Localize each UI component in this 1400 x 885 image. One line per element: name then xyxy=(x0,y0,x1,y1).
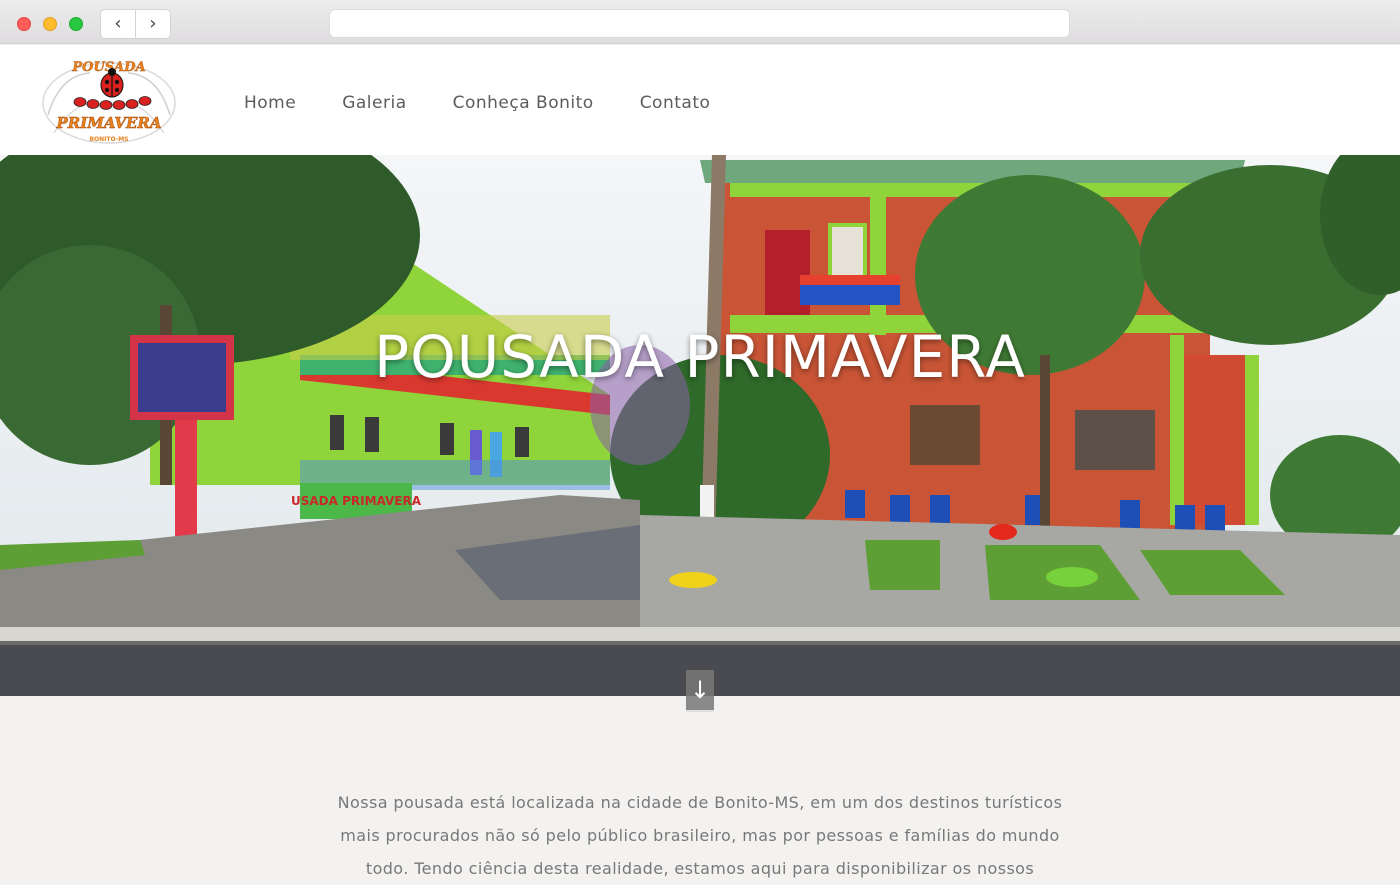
address-bar[interactable] xyxy=(330,10,1069,37)
pousada-logo[interactable]: POUSADA PRIMAVERA BONITO-MS xyxy=(40,55,178,147)
hero-photo: USADA PRIMAVERA xyxy=(0,155,1400,696)
site-header: POUSADA PRIMAVERA BONITO-MS Home Galeria… xyxy=(0,45,1400,155)
maximize-window-button[interactable] xyxy=(69,17,83,31)
nav-contato[interactable]: Contato xyxy=(640,93,711,113)
chevron-left-icon: ‹ xyxy=(114,13,122,34)
hero-banner: USADA PRIMAVERA POUSADA PRIMAVERA xyxy=(0,155,1400,696)
minimize-window-button[interactable] xyxy=(43,17,57,31)
logo-line3: BONITO-MS xyxy=(89,136,128,143)
nav-galeria[interactable]: Galeria xyxy=(342,93,406,113)
chevron-right-icon: › xyxy=(149,13,157,34)
hero-title: POUSADA PRIMAVERA xyxy=(374,323,1026,391)
scroll-down-button[interactable]: ↓ xyxy=(686,670,714,712)
arrow-down-icon: ↓ xyxy=(689,676,711,704)
forward-button[interactable]: › xyxy=(136,10,170,38)
back-button[interactable]: ‹ xyxy=(101,10,135,38)
close-window-button[interactable] xyxy=(17,17,31,31)
intro-paragraph: Nossa pousada está localizada na cidade … xyxy=(337,793,1063,878)
browser-chrome: ‹ › xyxy=(0,0,1400,44)
sign-text: USADA PRIMAVERA xyxy=(291,494,422,508)
nav-conheca-bonito[interactable]: Conheça Bonito xyxy=(453,93,594,113)
logo-line2: PRIMAVERA xyxy=(55,114,161,132)
main-menu: Home Galeria Conheça Bonito Contato xyxy=(244,93,756,113)
nav-home[interactable]: Home xyxy=(244,93,296,113)
